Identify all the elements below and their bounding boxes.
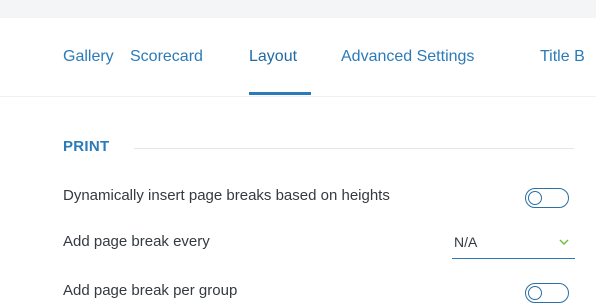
tab-scorecard[interactable]: Scorecard	[130, 47, 203, 67]
section-title: PRINT	[63, 138, 110, 155]
tab-bar: Gallery Scorecard Layout Advanced Settin…	[0, 18, 596, 97]
break-per-group-label: Add page break per group	[63, 282, 238, 299]
break-every-value: N/A	[454, 234, 478, 250]
tab-title[interactable]: Title B	[540, 47, 585, 67]
dynamic-breaks-label: Dynamically insert page breaks based on …	[63, 187, 390, 204]
settings-content: PRINT Dynamically insert page breaks bas…	[0, 97, 596, 306]
break-every-label: Add page break every	[63, 233, 210, 250]
toggle-knob	[528, 190, 542, 205]
break-per-group-toggle[interactable]	[525, 283, 569, 303]
layout-settings-page: Gallery Scorecard Layout Advanced Settin…	[0, 0, 596, 306]
dynamic-breaks-toggle[interactable]	[525, 188, 569, 208]
top-strip	[0, 0, 596, 18]
section-divider	[134, 148, 574, 149]
tab-layout[interactable]: Layout	[249, 47, 297, 67]
chevron-down-icon	[559, 239, 569, 246]
tab-gallery[interactable]: Gallery	[63, 47, 114, 67]
active-tab-indicator	[249, 92, 311, 95]
break-every-select[interactable]: N/A	[452, 231, 575, 259]
tab-advanced-settings[interactable]: Advanced Settings	[341, 47, 474, 67]
toggle-knob	[528, 285, 542, 300]
